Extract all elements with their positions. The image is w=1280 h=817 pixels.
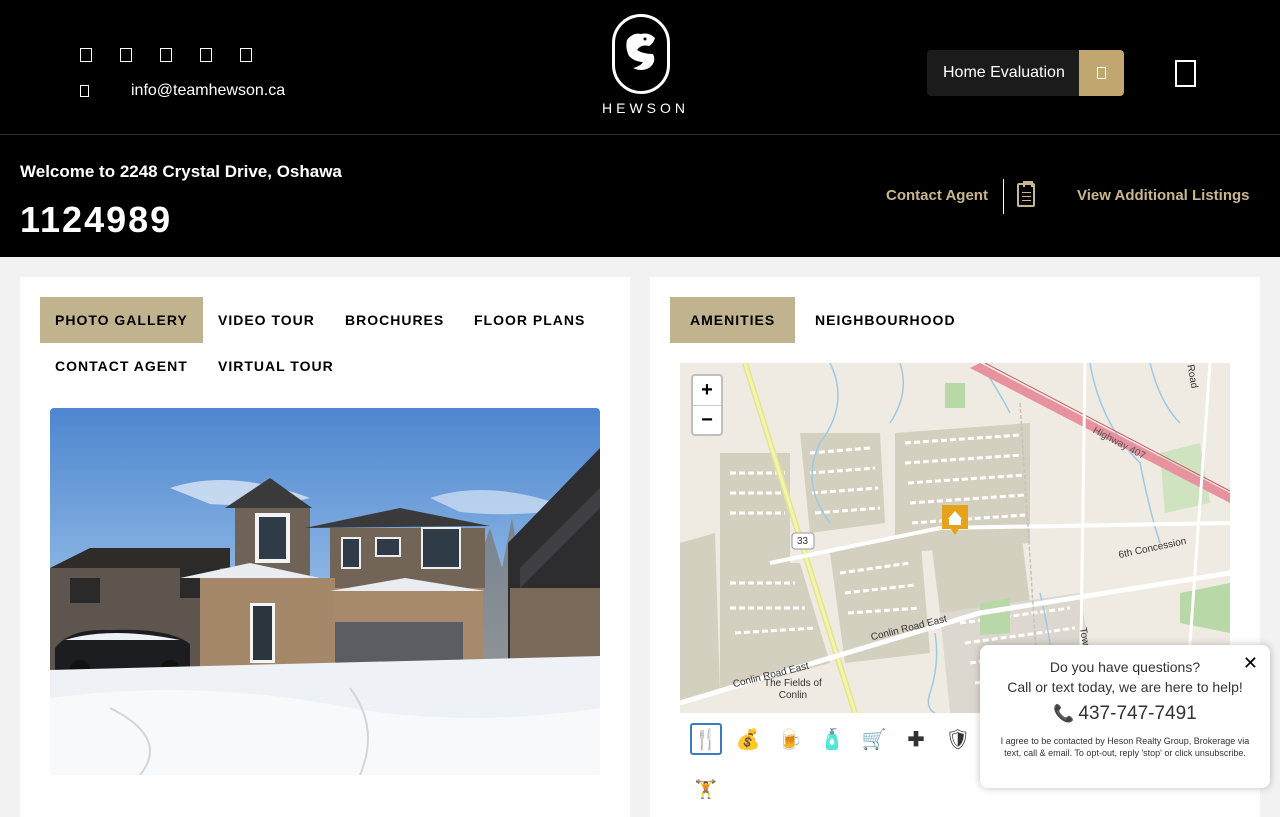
map-label-route-33: 33 [797,536,809,547]
chat-question: Do you have questions? [1049,659,1201,675]
amenity-filters: 🍴 💰 🍺 🧴 🛒 ✚ 🛡 [690,723,974,755]
social-links [80,48,252,62]
view-additional-listings-link[interactable]: View Additional Listings [1077,187,1250,204]
logo-wordmark: HEWSON [602,100,689,116]
site-logo[interactable]: HEWSON [598,14,689,120]
home-evaluation-button[interactable]: Home Evaluation [927,50,1124,96]
tab-brochures[interactable]: BROCHURES [330,297,459,343]
restaurant-icon[interactable]: 🍴 [690,723,722,755]
chat-phone-link[interactable]: 📞 437-747-7491 [980,703,1270,725]
tab-contact-agent[interactable]: CONTACT AGENT [40,343,203,389]
listing-number: 1124989 [20,199,173,240]
tab-virtual-tour[interactable]: VIRTUAL TOUR [203,343,349,389]
contact-agent-link[interactable]: Contact Agent [886,187,988,204]
envelope-icon [80,85,89,97]
hospital-icon[interactable]: ✚ [900,723,932,755]
email-row: info@teamhewson.ca [80,82,285,100]
zoom-in-button[interactable]: + [693,376,721,406]
chat-phone-number: 437-747-7491 [1078,703,1197,724]
shopping-icon[interactable]: 🛒 [858,723,890,755]
listing-header: Welcome to 2248 Crystal Drive, Oshawa 11… [0,135,1280,257]
media-panel: PHOTO GALLERY VIDEO TOUR BROCHURES FLOOR… [20,277,630,817]
bear-logo-icon [612,14,670,94]
facebook-icon[interactable] [80,48,92,62]
zoom-out-button[interactable]: − [693,406,721,435]
arrow-icon [1097,67,1106,79]
linkedin-icon[interactable] [200,48,212,62]
site-header: info@teamhewson.ca HEWSON Home Evaluatio… [0,0,1280,135]
map-zoom-control: + − [691,374,723,436]
twitter-icon[interactable] [120,48,132,62]
tab-photo-gallery[interactable]: PHOTO GALLERY [40,297,203,343]
map-label-fields-of-conlin: The Fields of Conlin [764,678,822,701]
instagram-icon[interactable] [160,48,172,62]
fitness-icon[interactable]: 🏋 [690,773,722,805]
phone-icon: 📞 [1053,704,1075,723]
tab-amenities[interactable]: AMENITIES [670,297,796,343]
divider [1003,179,1004,214]
clipboard-icon[interactable] [1017,181,1035,207]
youtube-icon[interactable] [240,48,252,62]
tab-neighbourhood[interactable]: NEIGHBOURHOOD [800,297,971,343]
close-icon[interactable]: ✕ [1243,653,1258,674]
home-evaluation-arrow-button[interactable] [1079,50,1124,96]
bar-icon[interactable]: 🍺 [774,723,806,755]
tab-floor-plans[interactable]: FLOOR PLANS [459,297,600,343]
chat-popup: ✕ Do you have questions? Call or text to… [980,645,1270,788]
tab-video-tour[interactable]: VIDEO TOUR [203,297,330,343]
chat-subtitle: Call or text today, we are here to help! [1007,679,1243,695]
grocery-icon[interactable]: 🧴 [816,723,848,755]
listing-welcome: Welcome to 2248 Crystal Drive, Oshawa [20,162,342,181]
email-link[interactable]: info@teamhewson.ca [131,82,285,100]
police-icon[interactable]: 🛡 [942,723,974,755]
bank-icon[interactable]: 💰 [732,723,764,755]
chat-consent-text: I agree to be contacted by Heson Realty … [1000,736,1250,758]
home-evaluation-label: Home Evaluation [943,64,1065,81]
menu-icon[interactable] [1175,60,1196,87]
listing-photo[interactable] [50,408,600,775]
